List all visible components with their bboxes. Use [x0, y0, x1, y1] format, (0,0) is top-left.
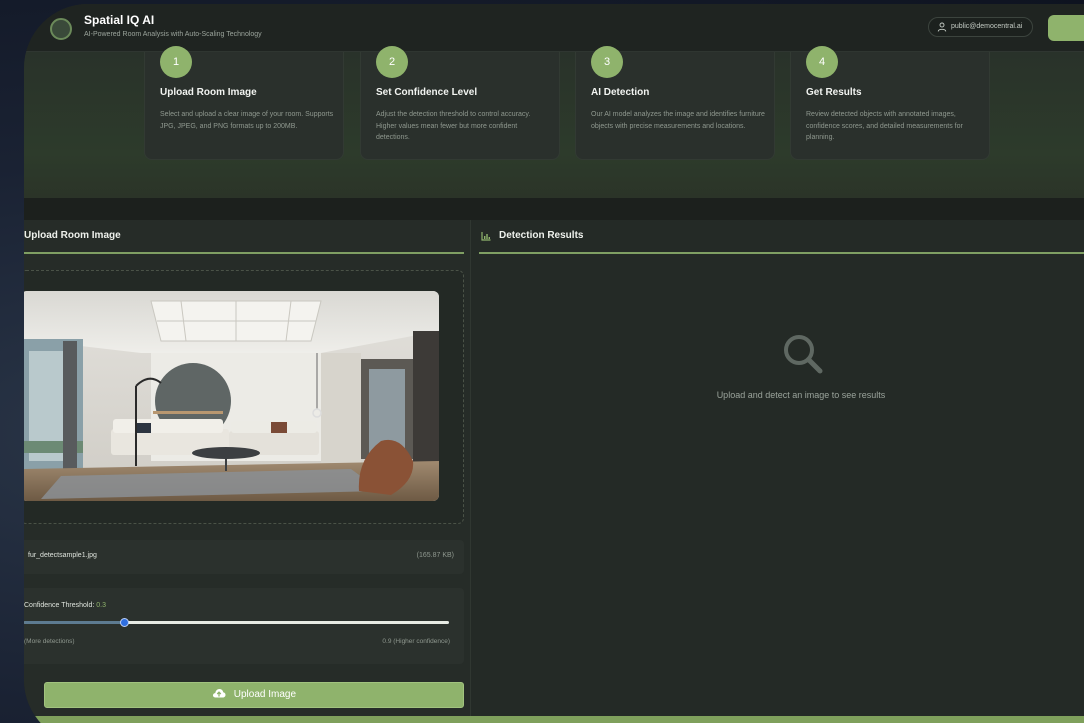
app-window: Spatial IQ AI AI-Powered Room Analysis w… [24, 4, 1084, 723]
section-divider [24, 198, 1084, 220]
step-title: Get Results [806, 87, 862, 98]
step-description: Review detected objects with annotated i… [806, 111, 963, 141]
results-panel: Detection Results Upload and detect an i… [470, 220, 1084, 723]
step-number: 1 [160, 46, 192, 78]
confidence-threshold-control: Confidence Threshold: 0.3 (More detectio… [24, 588, 464, 664]
header-action-button[interactable] [1048, 15, 1084, 41]
image-dropzone[interactable] [24, 270, 464, 524]
threshold-label: Confidence Threshold: 0.3 [24, 602, 106, 609]
results-panel-title: Detection Results [499, 230, 584, 241]
step-card-upload: 1 Upload Room Image Select and upload a … [144, 46, 344, 160]
step-description: Our AI model analyzes the image and iden… [591, 111, 765, 130]
steps-section: 1 Upload Room Image Select and upload a … [24, 46, 1084, 198]
user-icon [937, 22, 947, 32]
search-icon [784, 335, 823, 374]
cloud-upload-icon [212, 689, 226, 698]
threshold-slider[interactable] [24, 618, 449, 627]
empty-results-message: Upload and detect an image to see result… [716, 390, 886, 400]
step-card-confidence: 2 Set Confidence Level Adjust the detect… [360, 46, 560, 160]
step-card-detection: 3 AI Detection Our AI model analyzes the… [575, 46, 775, 160]
upload-button-label: Upload Image [233, 689, 297, 700]
step-number: 2 [376, 46, 408, 78]
user-email: public@democentral.ai [951, 23, 1023, 30]
threshold-min-label: (More detections) [24, 638, 75, 645]
threshold-value: 0.3 [96, 602, 106, 609]
file-name: fur_detectsample1.jpg [28, 552, 97, 559]
step-description: Select and upload a clear image of your … [160, 111, 334, 130]
uploaded-room-image [24, 291, 439, 501]
step-number: 3 [591, 46, 623, 78]
threshold-max-label: 0.9 (Higher confidence) [382, 638, 450, 645]
file-size: (165.87 KB) [416, 552, 454, 559]
panel-divider [24, 252, 464, 254]
user-account-button[interactable]: public@democentral.ai [928, 17, 1034, 37]
slider-fill [24, 621, 124, 624]
footer-bar [24, 716, 1084, 723]
step-number: 4 [806, 46, 838, 78]
selected-file-row: fur_detectsample1.jpg (165.87 KB) [24, 540, 464, 574]
step-title: Upload Room Image [160, 87, 257, 98]
panel-divider [479, 252, 1084, 254]
step-card-results: 4 Get Results Review detected objects wi… [790, 46, 990, 160]
step-title: AI Detection [591, 87, 650, 98]
step-title: Set Confidence Level [376, 87, 478, 98]
top-bar: Spatial IQ AI AI-Powered Room Analysis w… [24, 4, 1084, 52]
upload-panel-title: Upload Room Image [24, 230, 121, 241]
bar-chart-icon [481, 232, 491, 241]
slider-handle[interactable] [119, 618, 129, 627]
app-logo [50, 18, 72, 40]
upload-image-button[interactable]: Upload Image [44, 682, 464, 708]
step-description: Adjust the detection threshold to contro… [376, 111, 531, 141]
threshold-label-text: Confidence Threshold: [24, 602, 95, 609]
app-title: Spatial IQ AI [84, 13, 155, 27]
app-subtitle: AI-Powered Room Analysis with Auto-Scali… [84, 31, 262, 38]
upload-panel: Upload Room Image fur_detectsample1.jpg … [24, 220, 470, 723]
